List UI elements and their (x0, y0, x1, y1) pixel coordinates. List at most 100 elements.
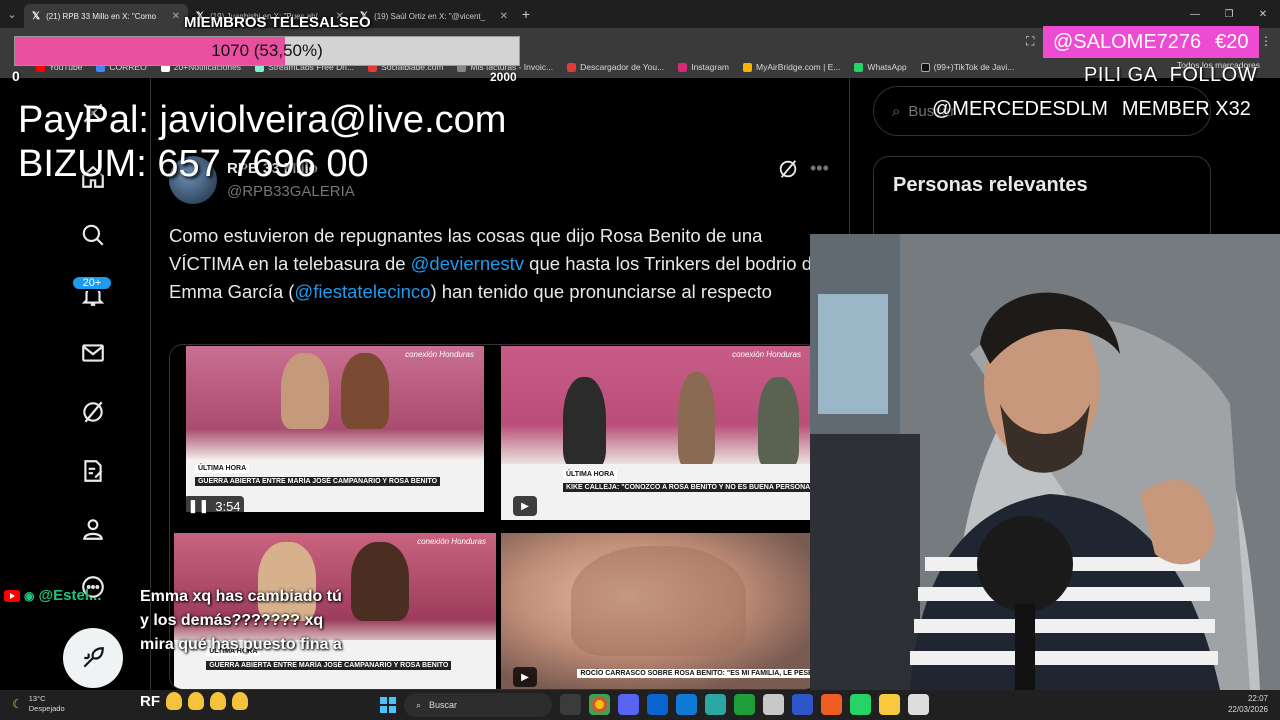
donation-alert: @SALOME7276 €20 (1043, 26, 1259, 58)
donation-info: PayPal: javiolveira@live.com BIZUM: 657 … (18, 98, 506, 186)
video-thumbnail[interactable]: conexión Honduras ÚLTIMA HORA GUERRA ABI… (186, 346, 484, 512)
discord-icon[interactable] (618, 694, 639, 715)
chat-message: Emma xq has cambiado tú y los demás?????… (140, 588, 342, 653)
goal-max: 2000 (490, 70, 517, 84)
emoji-icon (188, 692, 204, 710)
settings-icon[interactable] (792, 694, 813, 715)
emoji-icon (166, 692, 182, 710)
play-icon[interactable]: ▶ (513, 496, 537, 516)
browser-tab-1[interactable]: 𝕏 (21) RPB 33 Millo en X: "Como ✕ (24, 4, 188, 28)
stream-screen: ⌄ 𝕏 (21) RPB 33 Millo en X: "Como ✕ 𝕏 (1… (0, 0, 1280, 720)
paypal-line: PayPal: javiolveira@live.com (18, 99, 507, 141)
taskbar-search[interactable]: ⌕ Buscar (404, 693, 552, 717)
mail-app-icon[interactable] (647, 694, 668, 715)
notification-badge: 20+ (71, 275, 113, 291)
windows-start-icon[interactable] (380, 697, 396, 713)
profile-icon[interactable] (72, 508, 114, 550)
edge-icon[interactable] (676, 694, 697, 715)
download-icon (567, 62, 577, 72)
whatsapp-icon[interactable] (850, 694, 871, 715)
globe-icon[interactable] (705, 694, 726, 715)
mail-icon[interactable] (72, 332, 114, 374)
profile-icon[interactable]: ⋮ (1260, 34, 1272, 48)
relevant-people-title: Personas relevantes (893, 174, 1088, 196)
folder-icon[interactable] (879, 694, 900, 715)
tab-title: (21) RPB 33 Millo en X: "Como (46, 11, 157, 21)
task-view-icon[interactable] (560, 694, 581, 715)
close-icon[interactable]: ✕ (172, 11, 180, 22)
webcam-feed (810, 234, 1280, 690)
thumbnail-figure (351, 542, 410, 622)
browser-tab-3[interactable]: 𝕏 (19) Saúl Ortiz en X: "@vicent_ ✕ (352, 4, 516, 28)
whatsapp-icon (854, 62, 864, 72)
bookmark-item[interactable]: (99+)TikTok de Javi... (920, 62, 1014, 72)
myairbridge-icon (743, 62, 753, 72)
app-icon[interactable] (734, 694, 755, 715)
follow-alert: PILI GA FOLLOW (1084, 64, 1258, 86)
thumbnail-tag: ÚLTIMA HORA (563, 469, 618, 479)
thumbnail-figure (677, 372, 715, 468)
pause-icon: ❚❚ (187, 498, 210, 513)
thumbnail-headline: GUERRA ABIERTA ENTRE MARÍA JOSÉ CAMPANAR… (194, 477, 441, 487)
close-icon[interactable]: ✕ (500, 11, 508, 22)
bizum-line: BIZUM: 657 7696 00 (18, 143, 369, 185)
video-thumbnail[interactable]: ROCÍO CARRASCO SOBRE ROSA BENITO: "ES MI… (501, 533, 818, 689)
goal-bar-text: 1070 (53,50%) (211, 41, 323, 60)
search-icon[interactable] (72, 214, 114, 256)
new-tab-button[interactable]: + (516, 6, 536, 22)
thumbnail-headline: ROCÍO CARRASCO SOBRE ROSA BENITO: "ES MI… (577, 668, 818, 678)
chrome-icon[interactable] (589, 694, 610, 715)
thumbnail-figure (563, 377, 607, 468)
thumbnail-face (570, 545, 746, 657)
close-window-icon[interactable]: ✕ (1246, 0, 1280, 28)
obs-icon[interactable] (763, 694, 784, 715)
tiktok-icon (920, 62, 930, 72)
bookmark-item[interactable]: MyAirBridge.com | E... (743, 62, 840, 72)
members-goal-bar: 1070 (53,50%) (14, 36, 520, 66)
donation-amount: €20 (1215, 30, 1249, 53)
instagram-icon (678, 62, 688, 72)
maximize-icon[interactable]: ❐ (1212, 0, 1246, 28)
play-icon[interactable]: ▶ (513, 667, 537, 687)
weather-widget[interactable]: ☾ 13°C Despejado (12, 694, 65, 714)
app-icon[interactable] (821, 694, 842, 715)
bookmark-item[interactable]: Instagram (678, 62, 729, 72)
x-logo-icon: 𝕏 (32, 10, 41, 22)
thumbnail-figure (281, 352, 330, 429)
tweet-text: Como estuvieron de repugnantes las cosas… (169, 225, 823, 302)
thumbnail-brand: conexión Honduras (417, 537, 486, 546)
emoji-icon (210, 692, 226, 710)
thumbnail-brand: conexión Honduras (405, 350, 474, 359)
post-button[interactable] (63, 628, 123, 688)
thumbnail-figure (758, 377, 799, 468)
search-icon: ⌕ (416, 699, 422, 710)
taskbar-apps (560, 694, 929, 715)
member-alert: @MERCEDESDLM MEMBER X32 (932, 98, 1251, 120)
grok-icon[interactable] (777, 158, 799, 180)
youtube-icon (4, 589, 20, 602)
feather-icon (83, 647, 104, 668)
bookmark-item[interactable]: WhatsApp (854, 62, 907, 72)
system-clock[interactable]: 22:07 22/03/2026 (1220, 693, 1268, 715)
emoji-icon (232, 692, 248, 710)
tab-title: (19) Saúl Ortiz en X: "@vicent_ (374, 11, 486, 21)
chat-next-author: RF (140, 692, 248, 710)
more-icon[interactable]: ••• (810, 158, 829, 179)
chat-author: ◉ @Estel... (4, 587, 101, 604)
members-goal-title: MIEMBROS TELESALSEO (184, 14, 371, 31)
thumbnail-figure (340, 352, 389, 429)
mention-link[interactable]: @deviernestv (411, 253, 524, 274)
donation-user: @SALOME7276 (1053, 30, 1202, 53)
video-duration[interactable]: ❚❚ 3:54 (184, 496, 244, 516)
compose-list-icon[interactable] (72, 450, 114, 492)
moon-icon: ☾ (12, 697, 23, 711)
window-controls: — ❐ ✕ (1178, 0, 1280, 28)
grok-icon[interactable] (72, 391, 114, 433)
app-icon[interactable] (908, 694, 929, 715)
bookmark-item[interactable]: Descargador de You... (567, 62, 664, 72)
mention-link[interactable]: @fiestatelecinco (294, 281, 430, 302)
minimize-icon[interactable]: — (1178, 0, 1212, 28)
video-thumbnail[interactable]: conexión Honduras ÚLTIMA HORA KIKE CALLE… (501, 346, 811, 520)
screenshot-icon[interactable]: ⛶ (1026, 34, 1034, 49)
tab-search-icon[interactable]: ⌄ (0, 4, 24, 24)
